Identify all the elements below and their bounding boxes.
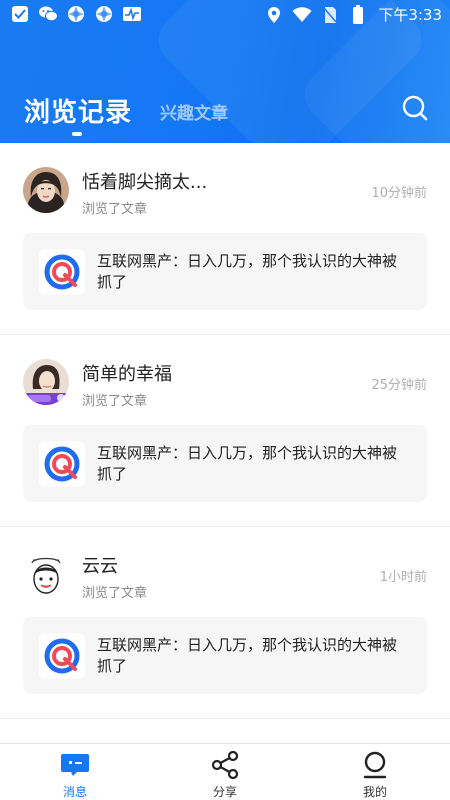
nav-messages[interactable]: 消息 <box>0 744 150 800</box>
no-sim-icon <box>320 5 340 25</box>
timestamp: 10分钟前 <box>371 186 427 201</box>
aperture-icon <box>66 4 86 24</box>
user-name: 恬着脚尖摘太... <box>82 172 208 193</box>
article-card[interactable]: 互联网黑产：日入几万，那个我认识的大神被抓了 <box>23 425 427 502</box>
location-icon <box>264 5 284 25</box>
action-text: 浏览了文章 <box>82 394 148 409</box>
profile-icon <box>363 751 387 779</box>
avatar[interactable] <box>23 551 69 597</box>
article-card[interactable]: 互联网黑产：日入几万，那个我认识的大神被抓了 <box>23 617 427 694</box>
list-item[interactable]: 恬着脚尖摘太... 浏览了文章 10分钟前 互联网黑产：日入几万，那个我认识的大… <box>0 143 450 335</box>
article-logo-icon <box>39 249 85 295</box>
article-card[interactable]: 互联网黑产：日入几万，那个我认识的大神被抓了 <box>23 233 427 310</box>
list-item[interactable]: 简单的幸福 浏览了文章 25分钟前 互联网黑产：日入几万，那个我认识的大神被抓了 <box>0 335 450 527</box>
pulse-icon <box>122 4 142 24</box>
message-icon <box>61 754 89 776</box>
header: 下午3:33 浏览记录 兴趣文章 <box>0 0 450 143</box>
tab-interest-articles[interactable]: 兴趣文章 <box>160 99 228 124</box>
action-text: 浏览了文章 <box>82 202 148 217</box>
nav-profile[interactable]: 我的 <box>300 744 450 800</box>
nav-share[interactable]: 分享 <box>150 744 300 800</box>
user-name: 简单的幸福 <box>82 364 172 385</box>
wifi-icon <box>292 5 312 25</box>
search-button[interactable] <box>401 94 429 122</box>
search-icon <box>402 95 428 121</box>
battery-icon <box>348 4 368 25</box>
nav-label: 分享 <box>212 785 237 799</box>
action-text: 浏览了文章 <box>82 586 148 601</box>
status-bar: 下午3:33 <box>0 0 450 28</box>
avatar[interactable] <box>23 359 69 405</box>
status-time: 下午3:33 <box>378 6 442 24</box>
article-logo-icon <box>39 441 85 487</box>
article-title: 互联网黑产：日入几万，那个我认识的大神被抓了 <box>97 252 398 291</box>
nav-label: 消息 <box>62 785 87 799</box>
timestamp: 1小时前 <box>379 570 427 585</box>
article-title: 互联网黑产：日入几万，那个我认识的大神被抓了 <box>97 444 398 483</box>
nav-label: 我的 <box>362 785 387 799</box>
article-title: 互联网黑产：日入几万，那个我认识的大神被抓了 <box>97 636 398 675</box>
timestamp: 25分钟前 <box>371 378 427 393</box>
tab-browse-history[interactable]: 浏览记录 <box>24 92 132 129</box>
tab-indicator <box>72 132 82 136</box>
share-icon <box>211 751 239 779</box>
browse-record-list: 恬着脚尖摘太... 浏览了文章 10分钟前 互联网黑产：日入几万，那个我认识的大… <box>0 143 450 719</box>
wechat-icon <box>38 4 58 24</box>
check-app-icon <box>10 4 30 24</box>
list-item[interactable]: 云云 浏览了文章 1小时前 互联网黑产：日入几万，那个我认识的大神被抓了 <box>0 527 450 719</box>
aperture-icon <box>94 4 114 24</box>
article-logo-icon <box>39 633 85 679</box>
bottom-nav: 消息 分享 我的 <box>0 743 450 800</box>
avatar[interactable] <box>23 167 69 213</box>
user-name: 云云 <box>82 556 118 577</box>
